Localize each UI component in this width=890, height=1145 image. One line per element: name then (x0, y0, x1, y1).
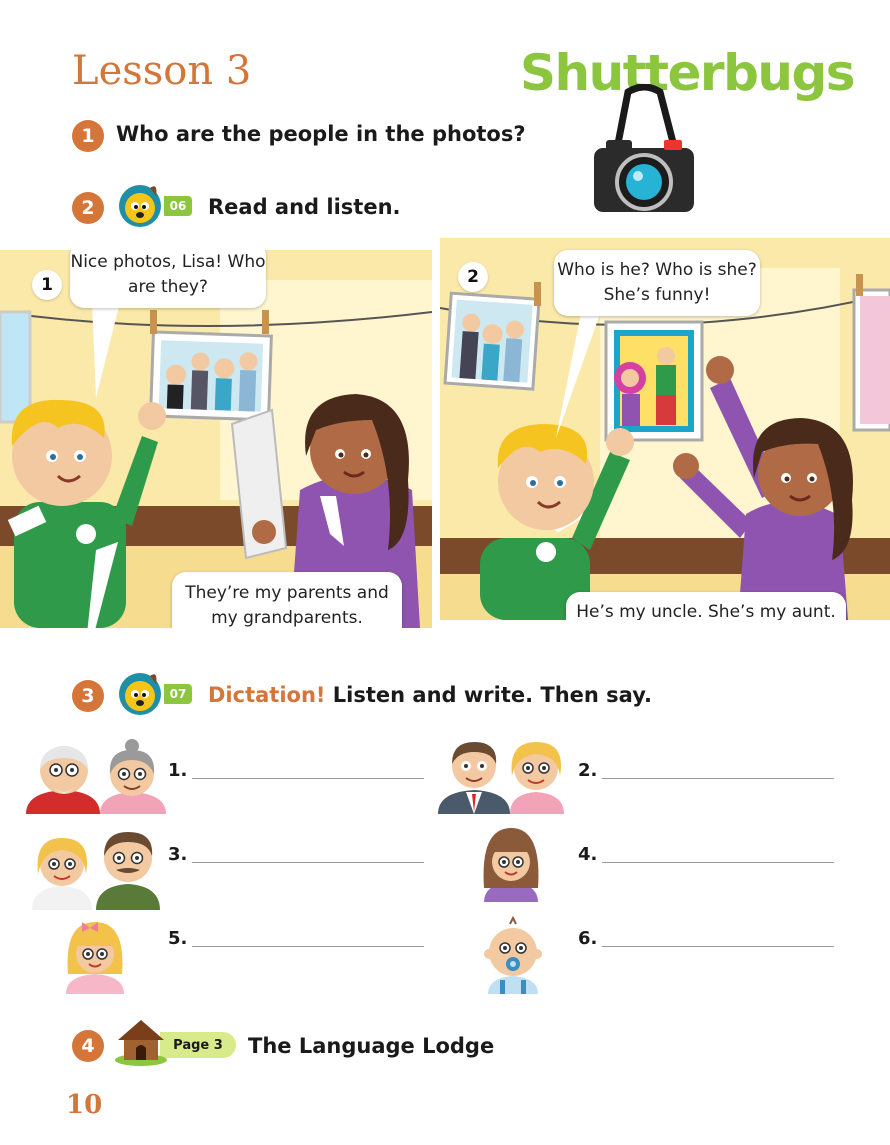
speech-bubble-2a: Who is he? Who is she? She’s funny! (554, 250, 760, 316)
exercise-1-instruction: Who are the people in the photos? (116, 122, 526, 146)
track-07[interactable]: 07 (164, 684, 192, 704)
baby-icon (484, 915, 542, 994)
answer-line-2[interactable] (602, 778, 834, 779)
exercise-1-number: 1 (72, 120, 104, 152)
exercise-3-text: Listen and write. Then say. (332, 683, 652, 707)
item-5-number: 5. (168, 928, 188, 949)
uncle-aunt-icon (438, 742, 564, 814)
camera-icon (594, 84, 694, 212)
audio-mascot-icon[interactable] (116, 668, 164, 716)
page-number: 10 (66, 1090, 103, 1120)
answer-line-1[interactable] (192, 778, 424, 779)
lesson-title: Lesson 3 (72, 48, 252, 94)
exercise-2-instruction: Read and listen. (208, 195, 401, 219)
item-6-number: 6. (578, 928, 598, 949)
comic-panel-2: 2 Who is he? Who is she? She’s funny! He… (440, 238, 890, 620)
grandparents-icon (26, 739, 166, 814)
item-2-number: 2. (578, 760, 598, 781)
exercise-2-number: 2 (72, 192, 104, 224)
dictation-label: Dictation! (208, 683, 326, 707)
audio-mascot-icon[interactable] (116, 180, 164, 228)
answer-line-5[interactable] (192, 946, 424, 947)
exercise-4-number: 4 (72, 1030, 104, 1062)
lodge-house-icon (115, 1020, 167, 1066)
exercise-4-instruction: The Language Lodge (248, 1034, 495, 1058)
comic-panel-1: 1 Nice photos, Lisa! Who are they? They’… (0, 250, 432, 628)
item-3-number: 3. (168, 844, 188, 865)
parents-icon (32, 832, 160, 910)
answer-line-4[interactable] (602, 862, 834, 863)
speech-bubble-1a: Nice photos, Lisa! Who are they? (70, 250, 266, 308)
page-reference[interactable]: Page 3 (160, 1032, 236, 1058)
item-1-number: 1. (168, 760, 188, 781)
answer-line-6[interactable] (602, 946, 834, 947)
girl-brown-hair-icon (483, 828, 539, 902)
girl-blonde-icon (66, 922, 124, 994)
track-06[interactable]: 06 (164, 196, 192, 216)
comic-panel-1-number: 1 (32, 270, 62, 300)
comic-panel-2-number: 2 (458, 262, 488, 292)
exercise-3-number: 3 (72, 680, 104, 712)
exercise-3-instruction: Dictation! Listen and write. Then say. (208, 683, 652, 707)
speech-bubble-2b: He’s my uncle. She’s my aunt. I’m her fa… (566, 592, 846, 620)
answer-line-3[interactable] (192, 862, 424, 863)
speech-bubble-1b: They’re my parents and my grandparents. (172, 572, 402, 628)
item-4-number: 4. (578, 844, 598, 865)
